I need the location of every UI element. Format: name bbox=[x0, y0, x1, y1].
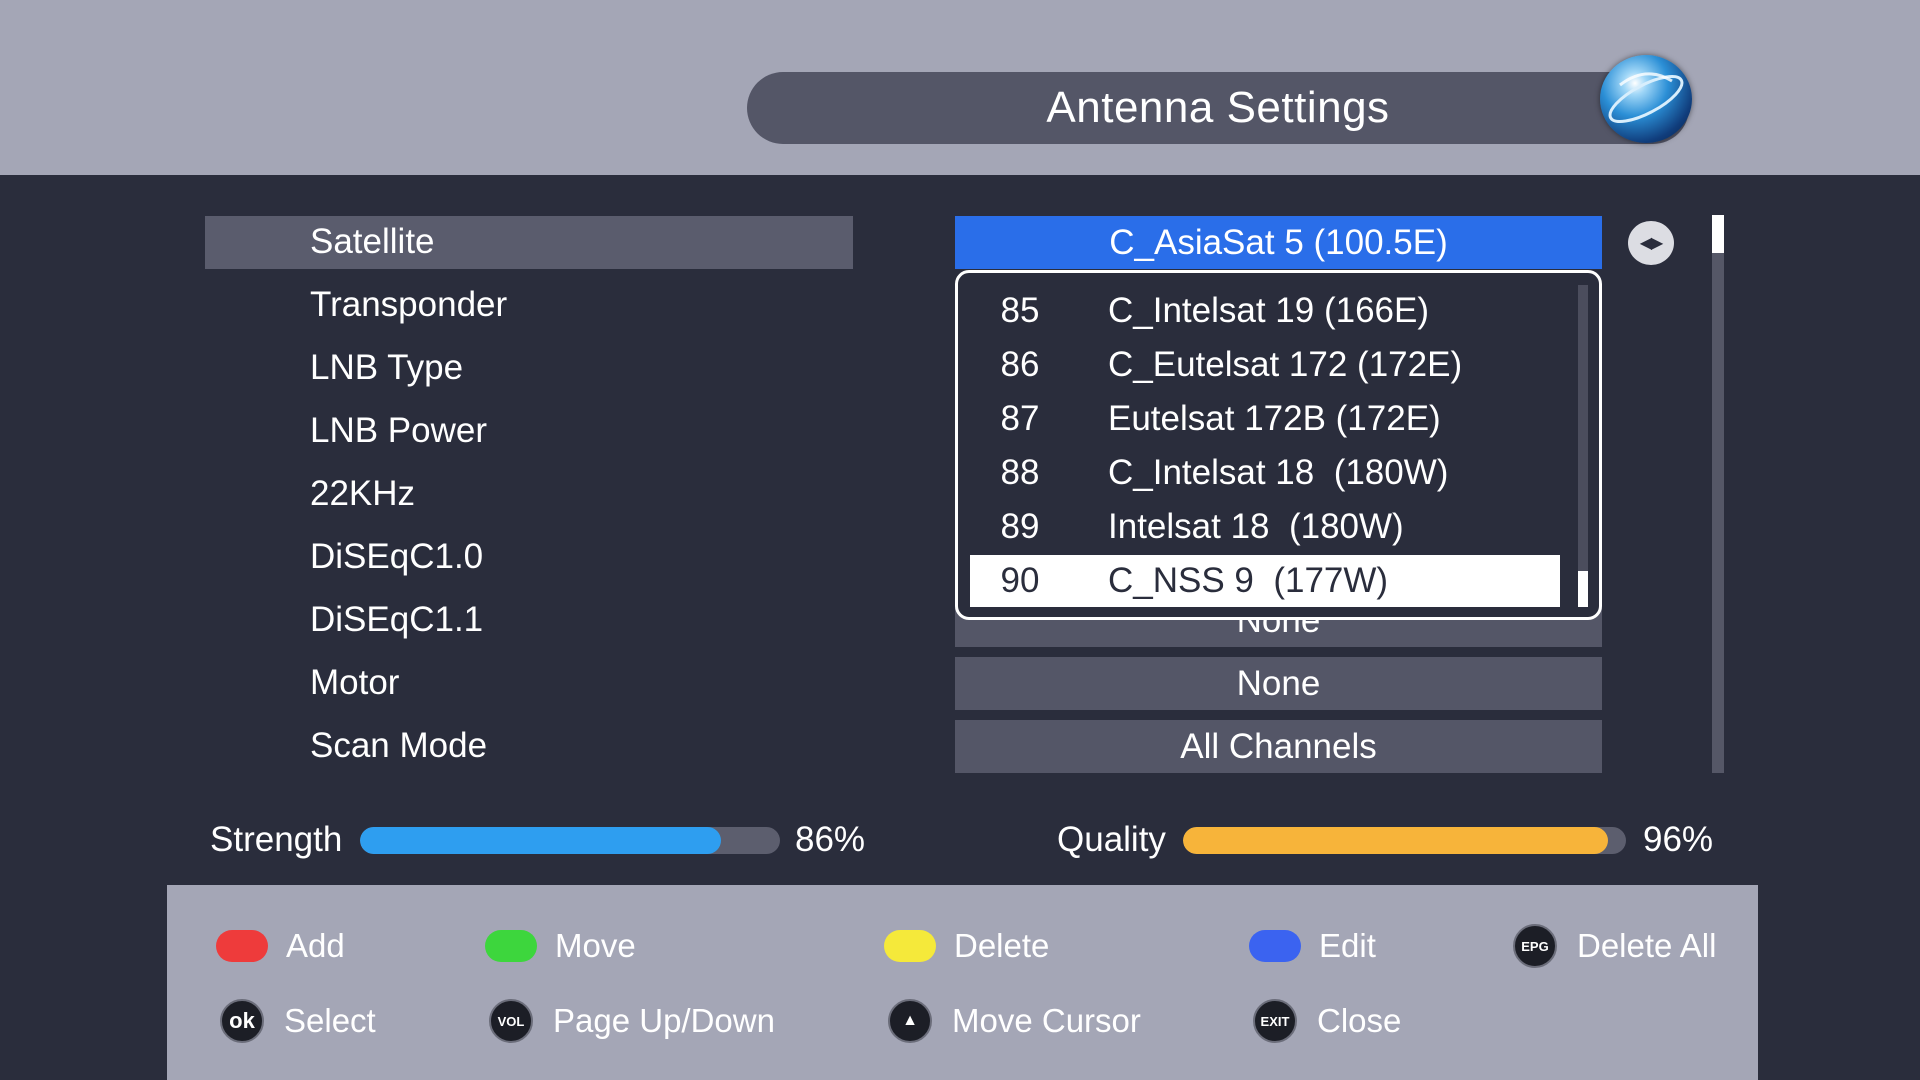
help-close-label: Close bbox=[1317, 1002, 1402, 1039]
menu-scrollbar-thumb[interactable] bbox=[1712, 215, 1724, 253]
help-delete-all[interactable]: EPG Delete All bbox=[1513, 921, 1716, 971]
list-item[interactable]: 85 C_Intelsat 19 (166E) bbox=[970, 285, 1560, 337]
help-move-cursor-label: Move Cursor bbox=[952, 1002, 1141, 1039]
list-item[interactable]: 86 C_Eutelsat 172 (172E) bbox=[970, 339, 1560, 391]
list-item-selected[interactable]: 90 C_NSS 9 (177W) bbox=[970, 555, 1560, 607]
satellite-value[interactable]: C_AsiaSat 5 (100.5E) bbox=[955, 216, 1602, 269]
list-item-name: C_Intelsat 18 (180W) bbox=[1108, 453, 1449, 492]
quality-meter bbox=[1183, 827, 1626, 854]
help-move-label: Move bbox=[555, 927, 636, 964]
help-add[interactable]: Add bbox=[216, 921, 345, 971]
list-item-number: 85 bbox=[1000, 291, 1040, 330]
list-item-name: Eutelsat 172B (172E) bbox=[1108, 399, 1441, 438]
yellow-button-icon bbox=[884, 930, 936, 962]
vol-button-icon: VOL bbox=[489, 999, 533, 1043]
list-item-name: Intelsat 18 (180W) bbox=[1108, 507, 1404, 546]
help-select-label: Select bbox=[284, 1002, 376, 1039]
list-item[interactable]: 89 Intelsat 18 (180W) bbox=[970, 501, 1560, 553]
globe-icon bbox=[1600, 55, 1692, 143]
help-edit-label: Edit bbox=[1319, 927, 1376, 964]
help-select[interactable]: ok Select bbox=[220, 996, 376, 1046]
menu-item-motor[interactable]: Motor bbox=[310, 657, 399, 709]
list-item[interactable]: 88 C_Intelsat 18 (180W) bbox=[970, 447, 1560, 499]
list-item-name: C_Eutelsat 172 (172E) bbox=[1108, 345, 1463, 384]
scan-mode-value[interactable]: All Channels bbox=[955, 720, 1602, 773]
dropdown-scrollbar[interactable] bbox=[1578, 285, 1588, 607]
help-page-updown-label: Page Up/Down bbox=[553, 1002, 775, 1039]
help-delete[interactable]: Delete bbox=[884, 921, 1049, 971]
list-item-number: 89 bbox=[1000, 507, 1040, 546]
menu-scrollbar[interactable] bbox=[1712, 215, 1724, 773]
list-item-name: C_Intelsat 19 (166E) bbox=[1108, 291, 1430, 330]
page-title: Antenna Settings bbox=[747, 72, 1689, 144]
help-delete-all-label: Delete All bbox=[1577, 927, 1717, 964]
strength-meter-fill bbox=[360, 827, 722, 854]
menu-item-satellite[interactable]: Satellite bbox=[310, 216, 435, 268]
list-item-name: C_NSS 9 (177W) bbox=[1108, 561, 1389, 600]
menu-item-scan-mode[interactable]: Scan Mode bbox=[310, 720, 487, 772]
epg-button-icon: EPG bbox=[1513, 924, 1557, 968]
blue-button-icon bbox=[1249, 930, 1301, 962]
help-add-label: Add bbox=[286, 927, 345, 964]
strength-value: 86% bbox=[795, 820, 866, 859]
menu-item-lnb-power[interactable]: LNB Power bbox=[310, 405, 487, 457]
exit-button-icon: EXIT bbox=[1253, 999, 1297, 1043]
left-right-arrows-icon[interactable]: ◀▶ bbox=[1628, 221, 1674, 265]
list-item-number: 88 bbox=[1000, 453, 1040, 492]
dropdown-scrollbar-thumb[interactable] bbox=[1578, 571, 1588, 607]
menu-item-diseqc10[interactable]: DiSEqC1.0 bbox=[310, 531, 483, 583]
help-move[interactable]: Move bbox=[485, 921, 636, 971]
quality-meter-fill bbox=[1183, 827, 1609, 854]
menu-item-22khz[interactable]: 22KHz bbox=[310, 468, 415, 520]
help-page-updown[interactable]: VOL Page Up/Down bbox=[489, 996, 775, 1046]
menu-item-transponder[interactable]: Transponder bbox=[310, 279, 507, 331]
satellite-dropdown[interactable]: 85 C_Intelsat 19 (166E) 86 C_Eutelsat 17… bbox=[955, 270, 1602, 620]
help-edit[interactable]: Edit bbox=[1249, 921, 1376, 971]
list-item-number: 87 bbox=[1000, 399, 1040, 438]
help-delete-label: Delete bbox=[954, 927, 1050, 964]
menu-item-diseqc11[interactable]: DiSEqC1.1 bbox=[310, 594, 483, 646]
help-move-cursor[interactable]: ▲ Move Cursor bbox=[888, 996, 1141, 1046]
help-bar bbox=[167, 885, 1758, 1080]
green-button-icon bbox=[485, 930, 537, 962]
strength-label: Strength bbox=[210, 820, 343, 859]
quality-value: 96% bbox=[1643, 820, 1714, 859]
strength-meter bbox=[360, 827, 780, 854]
menu-item-lnb-type[interactable]: LNB Type bbox=[310, 342, 463, 394]
ok-button-icon: ok bbox=[220, 999, 264, 1043]
list-item[interactable]: 87 Eutelsat 172B (172E) bbox=[970, 393, 1560, 445]
list-item-number: 86 bbox=[1000, 345, 1040, 384]
menu-highlight bbox=[205, 216, 853, 269]
motor-value[interactable]: None bbox=[955, 657, 1602, 710]
red-button-icon bbox=[216, 930, 268, 962]
help-close[interactable]: EXIT Close bbox=[1253, 996, 1401, 1046]
quality-label: Quality bbox=[1057, 820, 1166, 859]
list-item-number: 90 bbox=[1000, 561, 1040, 600]
up-down-arrows-icon: ▲ bbox=[888, 999, 932, 1043]
